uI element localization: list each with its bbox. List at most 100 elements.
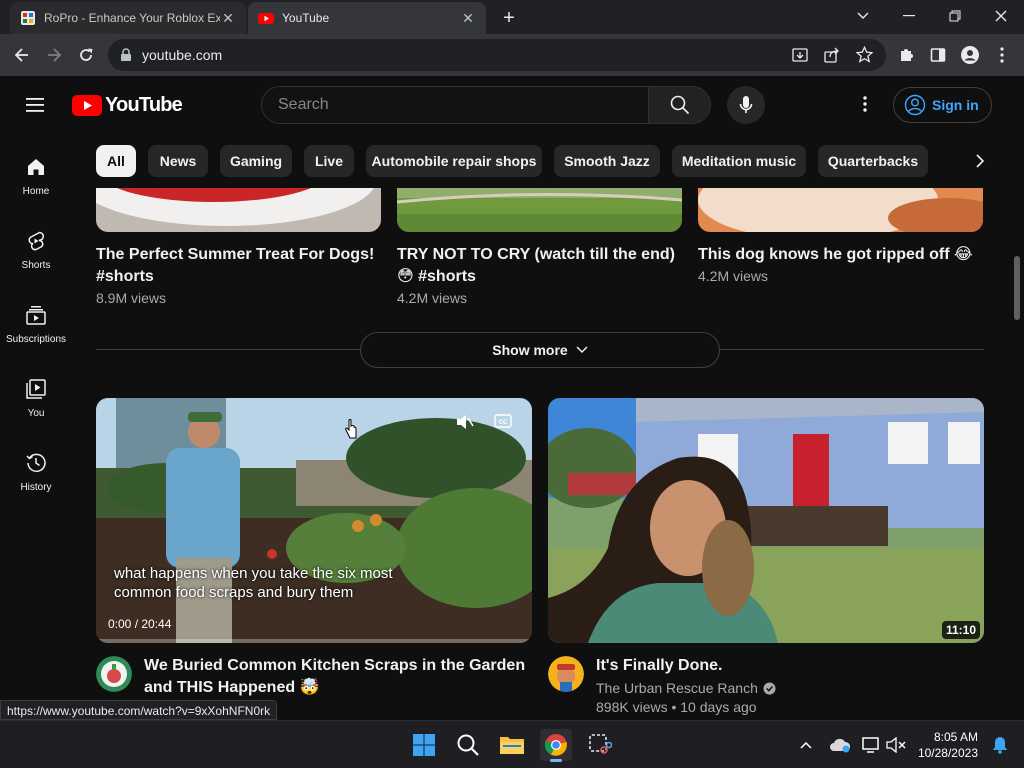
video-thumbnail-preview[interactable]: CC what happens when you take the six mo… [96,398,532,643]
show-more-button[interactable]: Show more [360,332,720,368]
chip-automobile-repair-shops[interactable]: Automobile repair shops [366,145,542,177]
short-title[interactable]: 😳 #shorts [397,266,682,288]
voice-search-button[interactable] [727,86,765,124]
forward-arrow-icon[interactable] [42,43,66,67]
sidebar-item-shorts[interactable]: Shorts [0,220,72,294]
chips-next-button[interactable] [968,148,992,174]
channel-avatar[interactable] [548,656,584,692]
active-app-indicator [550,759,562,762]
chip-smooth-jazz[interactable]: Smooth Jazz [554,145,660,177]
channel-name-row[interactable]: The Urban Rescue Ranch [596,680,776,696]
video-progress-time: 0:00 / 20:44 [108,617,172,631]
search-icon [670,95,689,115]
section-divider [96,349,360,350]
sign-in-label: Sign in [932,97,979,113]
video-thumbnail[interactable]: 11:10 [548,398,984,643]
chip-gaming[interactable]: Gaming [220,145,292,177]
video-details[interactable]: It's Finally Done. The Urban Rescue Ranc… [596,655,776,715]
tab-ropro[interactable]: RoPro - Enhance Your Roblox Experience ✕ [10,2,246,34]
sidebar-item-home[interactable]: Home [0,146,72,220]
chip-live[interactable]: Live [304,145,354,177]
sidebar-item-history[interactable]: History [0,442,72,516]
hamburger-menu-icon[interactable] [22,94,50,116]
page-scrollbar-thumb[interactable] [1014,256,1020,320]
youtube-logo[interactable]: YouTube [72,94,183,117]
install-app-icon[interactable] [792,47,808,68]
chrome-taskbar-icon[interactable] [540,729,572,762]
tab-search-icon[interactable] [847,4,879,28]
closed-captions-icon[interactable]: CC [494,414,512,433]
video-title[interactable]: and THIS Happened 🤯 [144,677,525,699]
show-more-label: Show more [492,342,568,358]
short-views: 4.2M views [397,290,468,306]
history-icon [26,453,46,472]
short-title[interactable]: This dog knows he got ripped off 😂 [698,244,983,266]
extensions-puzzle-icon[interactable] [894,43,918,67]
video-progress-bar[interactable] [96,639,532,643]
chip-quarterbacks[interactable]: Quarterbacks [818,145,928,177]
reload-icon[interactable] [74,43,98,67]
side-panel-icon[interactable] [926,43,950,67]
speaker-muted-icon[interactable] [880,729,912,761]
short-thumbnail[interactable] [698,188,983,232]
short-thumbnail[interactable] [96,188,381,232]
bookmark-star-icon[interactable] [855,45,874,68]
settings-more-icon[interactable] [853,92,877,116]
chevron-right-icon [976,154,985,168]
search-button[interactable] [648,86,711,124]
page-scrollbar-track[interactable] [1012,134,1024,720]
sidebar-item-subscriptions[interactable]: Subscriptions [0,294,72,368]
back-arrow-icon[interactable] [10,43,34,67]
share-icon[interactable] [824,47,840,68]
sidebar-item-label: You [27,408,45,419]
lock-icon[interactable] [120,48,132,62]
browser-toolbar: youtube.com [0,34,1024,76]
channel-avatar-image [548,656,584,692]
muted-speaker-icon[interactable] [456,414,474,435]
system-clock[interactable]: 8:05 AM 10/28/2023 [912,729,978,761]
video-caption-line: what happens when you take the six most [114,565,393,582]
short-title[interactable]: The Perfect Summer Treat For Dogs! [96,244,381,266]
short-title[interactable]: TRY NOT TO CRY (watch till the end) [397,244,682,266]
tab-close-icon[interactable]: ✕ [220,10,236,26]
sidebar-item-label: Subscriptions [5,334,67,345]
tab-close-icon[interactable]: ✕ [460,10,476,26]
video-details[interactable]: We Buried Common Kitchen Scraps in the G… [144,655,525,699]
chip-news[interactable]: News [148,145,208,177]
tab-youtube[interactable]: YouTube ✕ [248,2,486,34]
address-bar[interactable]: youtube.com [108,39,886,71]
chrome-menu-icon[interactable] [990,43,1014,67]
chip-meditation-music[interactable]: Meditation music [672,145,806,177]
taskbar-search-icon[interactable] [452,729,484,761]
snipping-tool-icon[interactable] [584,729,616,761]
sidebar-item-you[interactable]: You [0,368,72,442]
file-explorer-icon[interactable] [496,729,528,761]
youtube-play-logo-icon [72,95,102,116]
close-window-icon[interactable] [985,4,1017,28]
windows-start-icon[interactable] [408,729,440,761]
short-card[interactable]: This dog knows he got ripped off 😂 4.2M … [698,244,983,284]
short-thumbnail[interactable] [397,188,682,232]
minimize-icon[interactable] [893,4,925,28]
tray-overflow-chevron-icon[interactable] [790,729,822,761]
video-thumbnail-image [548,398,984,643]
subscriptions-icon [26,306,46,325]
video-title[interactable]: We Buried Common Kitchen Scraps in the G… [144,655,525,677]
channel-name[interactable]: The Urban Rescue Ranch [596,680,758,696]
channel-avatar[interactable] [96,656,132,692]
video-title[interactable]: It's Finally Done. [596,655,776,677]
search-box[interactable] [261,86,649,124]
onedrive-cloud-icon[interactable] [824,729,856,761]
new-tab-button[interactable]: + [498,7,520,29]
video-meta: 898K views • 10 days ago [596,699,757,715]
short-card[interactable]: The Perfect Summer Treat For Dogs! #shor… [96,244,381,306]
restore-icon[interactable] [939,4,971,28]
profile-icon[interactable] [958,43,982,67]
notification-bell-icon[interactable] [984,729,1016,761]
sign-in-button[interactable]: Sign in [893,87,992,123]
search-input[interactable] [278,96,648,114]
clock-time: 8:05 AM [933,730,978,744]
chip-all[interactable]: All [96,145,136,177]
short-card[interactable]: TRY NOT TO CRY (watch till the end) 😳 #s… [397,244,682,306]
short-title[interactable]: #shorts [96,266,381,288]
